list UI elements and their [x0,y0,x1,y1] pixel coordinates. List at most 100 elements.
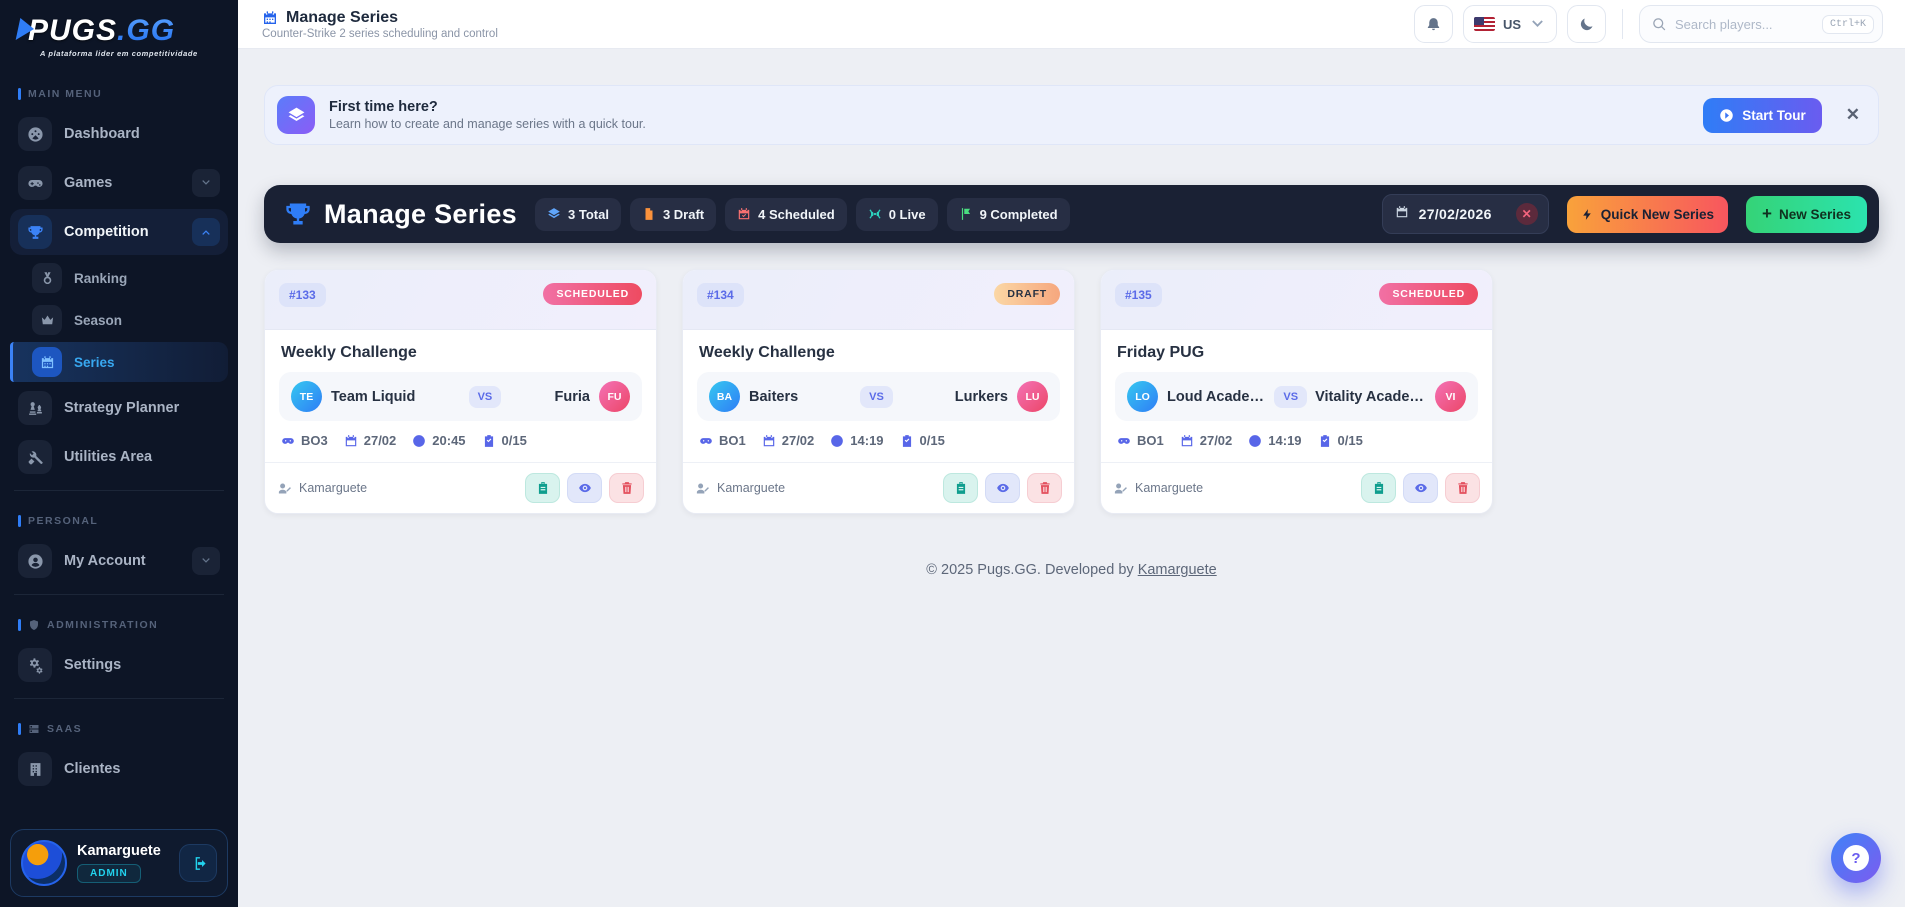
building-icon [18,752,52,786]
eye-icon [1414,483,1427,493]
user-edit-icon [278,483,291,493]
team-name: Furia [554,388,590,405]
time-value: 14:19 [1268,433,1302,448]
owner-name: Kamarguete [1135,481,1204,495]
developer-link[interactable]: Kamarguete [1138,562,1217,578]
calendar-icon [1181,434,1192,446]
sidebar-item-my-account[interactable]: My Account [10,538,228,584]
search-icon [1653,17,1666,30]
delete-button[interactable] [1027,473,1062,503]
calendar-icon [345,434,356,446]
trash-icon [621,482,632,494]
sidebar-item-competition[interactable]: Competition [10,209,228,255]
series-id: #133 [279,283,326,307]
view-button[interactable] [567,473,602,503]
topbar: Manage Series Counter-Strike 2 series sc… [238,0,1905,49]
file-icon [645,208,653,220]
close-icon[interactable]: ✕ [1846,105,1860,125]
bell-icon [1427,17,1440,30]
delete-button[interactable] [1445,473,1480,503]
players-value: 0/15 [501,433,527,448]
view-button[interactable] [985,473,1020,503]
page-title: Manage Series [286,8,399,26]
trash-icon [1039,482,1050,494]
status-badge: DRAFT [994,283,1060,305]
sidebar-item-utilities-area[interactable]: Utilities Area [10,434,228,480]
series-id: #135 [1115,283,1162,307]
gear-icon [18,648,52,682]
calendar-check-icon [738,208,750,220]
clipboard-icon [484,434,493,447]
clipboard-icon [1320,434,1329,447]
medal-icon [32,263,62,293]
divider [14,698,224,699]
sidebar-item-season[interactable]: Season [10,300,228,340]
divider [14,490,224,491]
sidebar-item-games[interactable]: Games [10,160,228,206]
sidebar-item-settings[interactable]: Settings [10,642,228,688]
language-selector[interactable]: US [1462,5,1557,43]
chevron-down-icon[interactable] [192,547,220,575]
players-value: 0/15 [1337,433,1363,448]
chevron-down-icon[interactable] [192,169,220,197]
team-avatar: VI [1435,381,1466,412]
toolbar-title: Manage Series [324,198,517,229]
clear-date-button[interactable]: ✕ [1515,203,1538,225]
time-value: 14:19 [850,433,884,448]
team-name: Team Liquid [331,388,416,405]
team-name: Loud Academy [1167,388,1267,405]
clipboard-icon [538,482,547,494]
sidebar-item-ranking[interactable]: Ranking [10,258,228,298]
view-button[interactable] [1403,473,1438,503]
delete-button[interactable] [609,473,644,503]
status-badge: SCHEDULED [1379,283,1478,305]
series-toolbar: Manage Series 3 Total 3 Draft 4 Schedule… [264,185,1879,243]
sidebar-item-clientes[interactable]: Clientes [10,746,228,792]
clock-icon [1249,434,1262,447]
logout-button[interactable] [179,844,217,882]
calendar-icon [264,10,276,24]
question-icon: ? [1843,845,1869,871]
quick-new-series-button[interactable]: Quick New Series [1566,195,1729,233]
logout-icon [195,856,206,870]
divider [14,594,224,595]
chevron-up-icon[interactable] [192,218,220,246]
user-name: Kamarguete [77,843,161,859]
banner-title: First time here? [329,99,438,115]
vs-badge: VS [860,385,893,408]
divider [1622,9,1623,39]
user-card[interactable]: Kamarguete ADMIN [10,829,228,897]
vs-badge: VS [468,385,502,408]
search-input[interactable] [1675,16,1814,32]
section-main-menu: MAIN MENU [10,74,228,108]
sidebar-item-strategy-planner[interactable]: Strategy Planner [10,385,228,431]
section-saas: SAAS [10,709,228,743]
flag-icon [961,208,970,220]
signal-icon [869,209,881,219]
team-avatar: TE [291,381,322,412]
user-edit-icon [1114,483,1127,493]
start-tour-button[interactable]: Start Tour [1703,97,1822,133]
dark-mode-toggle[interactable] [1567,5,1606,43]
report-button[interactable] [1361,473,1396,503]
gamepad-icon [18,166,52,200]
date-filter[interactable]: 27/02/2026 ✕ [1381,194,1549,234]
time-value: 20:45 [432,433,466,448]
series-card: #135 SCHEDULED Friday PUG LO Loud Academy… [1100,269,1493,514]
brand-logo[interactable]: PUGS .GG A plataforma lider em competiti… [0,0,238,68]
search-box[interactable]: Ctrl+K [1639,5,1883,43]
user-role-badge: ADMIN [77,864,141,883]
copyright-footer: © 2025 Pugs.GG. Developed by Kamarguete [926,562,1217,578]
gamepad-icon [282,437,294,444]
sidebar-item-dashboard[interactable]: Dashboard [10,111,228,157]
owner-name: Kamarguete [299,481,368,495]
sidebar-item-series[interactable]: Series [10,342,228,382]
report-button[interactable] [943,473,978,503]
report-button[interactable] [525,473,560,503]
notifications-button[interactable] [1413,5,1453,43]
clock-icon [831,434,844,447]
players-value: 0/15 [919,433,945,448]
lightning-icon [1582,208,1591,220]
new-series-button[interactable]: + New Series [1746,195,1867,233]
help-button[interactable]: ? [1831,833,1881,883]
